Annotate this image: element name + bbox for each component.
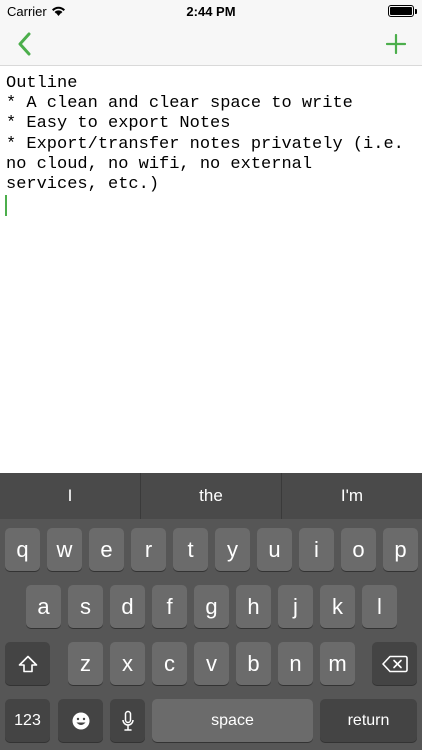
shift-key[interactable] <box>5 642 50 685</box>
key-r[interactable]: r <box>131 528 166 571</box>
emoji-icon <box>72 712 89 729</box>
key-j[interactable]: j <box>278 585 313 628</box>
text-cursor <box>5 195 7 216</box>
keyboard: I the I'm q w e r t y u i o p a s d f g … <box>0 473 422 750</box>
navigation-bar <box>0 22 422 66</box>
key-t[interactable]: t <box>173 528 208 571</box>
plus-icon <box>386 34 406 54</box>
status-time: 2:44 PM <box>186 4 236 19</box>
note-line: * A clean and clear space to write <box>6 94 353 114</box>
delete-icon <box>381 655 408 672</box>
key-d[interactable]: d <box>110 585 145 628</box>
emoji-key[interactable] <box>58 699 103 742</box>
key-u[interactable]: u <box>257 528 292 571</box>
space-key[interactable]: space <box>152 699 313 742</box>
key-h[interactable]: h <box>236 585 271 628</box>
battery-icon <box>388 5 414 17</box>
delete-key[interactable] <box>372 642 417 685</box>
key-k[interactable]: k <box>320 585 355 628</box>
key-b[interactable]: b <box>236 642 271 685</box>
dictation-key[interactable] <box>110 699 145 742</box>
key-v[interactable]: v <box>194 642 229 685</box>
key-p[interactable]: p <box>383 528 418 571</box>
key-a[interactable]: a <box>26 585 61 628</box>
note-line: * Easy to export Notes <box>6 114 231 134</box>
key-e[interactable]: e <box>89 528 124 571</box>
suggestion-item[interactable]: the <box>140 473 281 519</box>
return-key[interactable]: return <box>320 699 417 742</box>
note-line: no cloud, no wifi, no external <box>6 154 313 174</box>
key-l[interactable]: l <box>362 585 397 628</box>
key-m[interactable]: m <box>320 642 355 685</box>
key-w[interactable]: w <box>47 528 82 571</box>
suggestion-item[interactable]: I'm <box>281 473 422 519</box>
note-line: * Export/transfer notes privately (i.e. <box>6 134 404 154</box>
battery-level <box>390 7 412 15</box>
shift-icon <box>18 655 37 672</box>
note-line: services, etc.) <box>6 175 160 195</box>
key-y[interactable]: y <box>215 528 250 571</box>
key-n[interactable]: n <box>278 642 313 685</box>
key-x[interactable]: x <box>110 642 145 685</box>
key-i[interactable]: i <box>299 528 334 571</box>
suggestion-bar: I the I'm <box>0 473 422 519</box>
key-o[interactable]: o <box>341 528 376 571</box>
key-z[interactable]: z <box>68 642 103 685</box>
microphone-icon <box>121 710 134 731</box>
key-q[interactable]: q <box>5 528 40 571</box>
key-s[interactable]: s <box>68 585 103 628</box>
note-line: Outline <box>6 74 78 93</box>
chevron-left-icon <box>18 32 31 56</box>
numbers-key[interactable]: 123 <box>5 699 50 742</box>
key-g[interactable]: g <box>194 585 229 628</box>
note-editor[interactable]: Outline * A clean and clear space to writ… <box>0 67 422 473</box>
note-text[interactable]: Outline * A clean and clear space to writ… <box>6 74 418 195</box>
add-note-button[interactable] <box>378 26 414 62</box>
back-button[interactable] <box>6 26 42 62</box>
status-bar: Carrier 2:44 PM <box>0 0 422 22</box>
suggestion-item[interactable]: I <box>0 473 140 519</box>
key-c[interactable]: c <box>152 642 187 685</box>
battery-tip <box>415 9 417 14</box>
key-f[interactable]: f <box>152 585 187 628</box>
